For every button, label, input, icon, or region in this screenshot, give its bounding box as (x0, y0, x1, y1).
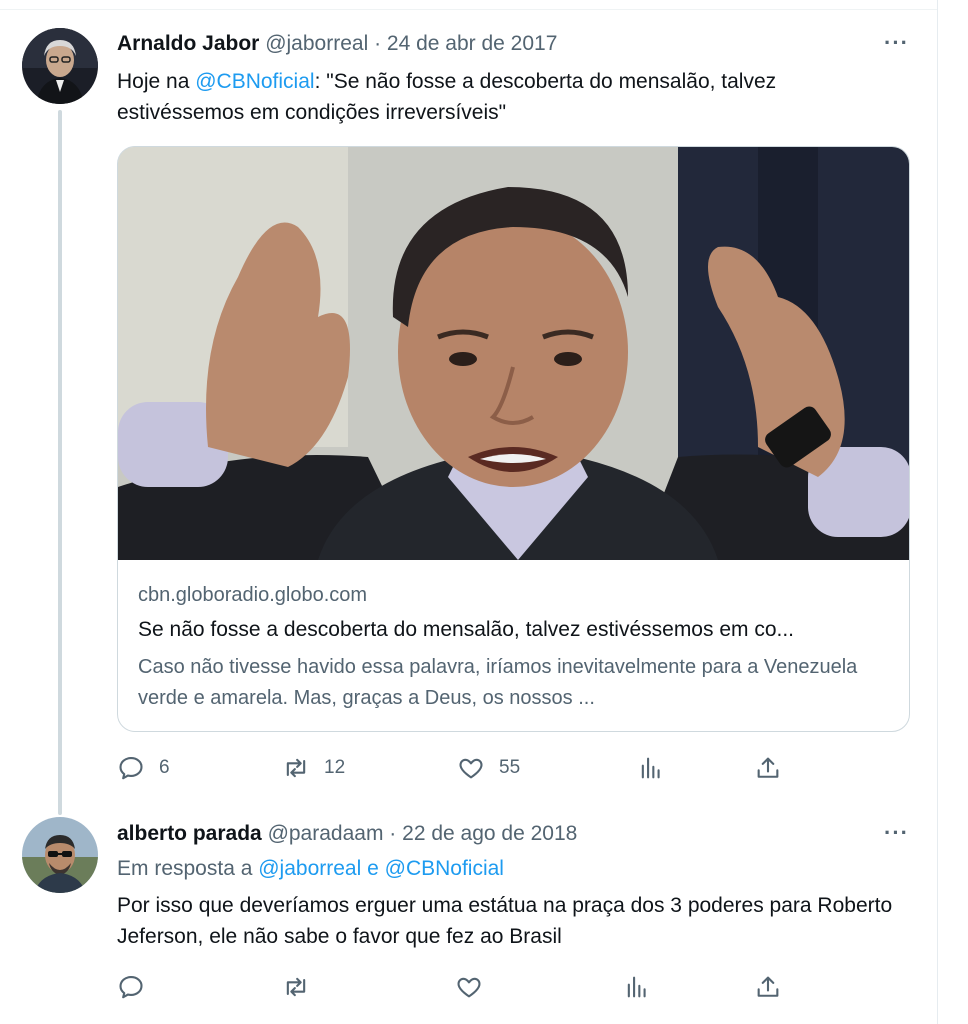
avatar[interactable] (22, 817, 98, 893)
share-button[interactable] (754, 753, 782, 783)
tweet-date[interactable]: 22 de ago de 2018 (402, 822, 577, 845)
author-name[interactable]: Arnaldo Jabor (117, 32, 259, 55)
like-count: 55 (499, 757, 521, 778)
retweet-button[interactable]: 12 (282, 753, 345, 783)
author-handle[interactable]: @jaborreal (265, 32, 368, 55)
views-button[interactable] (623, 972, 651, 1002)
tweet-text-prefix: Hoje na (117, 70, 196, 93)
like-button[interactable] (455, 972, 483, 1002)
reply-icon (119, 757, 143, 780)
tweet-header: alberto parada @paradaam · 22 de ago de … (117, 820, 577, 848)
card-domain: cbn.globoradio.globo.com (138, 584, 368, 606)
reply-count: 6 (159, 757, 170, 778)
tweet-text: Por isso que deveríamos erguer uma estát… (117, 894, 893, 948)
separator: · (389, 822, 397, 845)
reply-button[interactable]: 6 (117, 753, 170, 783)
tweet-jaborreal[interactable]: Arnaldo Jabor @jaborreal · 24 de abr de … (0, 10, 937, 815)
share-button[interactable] (754, 972, 782, 1002)
more-options-icon[interactable]: ··· (884, 820, 909, 846)
retweet-button[interactable] (282, 972, 310, 1002)
card-description: Caso não tivesse havido essa palavra, ir… (138, 656, 858, 709)
reply-icon (119, 976, 143, 999)
reply-context-conjunction: e (361, 857, 385, 880)
thread-connector (58, 110, 62, 815)
views-icon (627, 976, 646, 998)
more-options-icon[interactable]: ··· (884, 30, 909, 56)
reply-context: Em resposta a @jaborreal e @CBNoficial (117, 854, 907, 884)
views-button[interactable] (637, 753, 665, 783)
retweet-icon (286, 758, 306, 778)
like-icon (459, 758, 483, 779)
author-handle[interactable]: @paradaam (268, 822, 384, 845)
mention-link[interactable]: @CBNoficial (195, 70, 314, 93)
share-icon (757, 757, 779, 778)
tweet-paradaam[interactable]: alberto parada @paradaam · 22 de ago de … (0, 805, 937, 1020)
retweet-icon (286, 977, 306, 997)
column-border (937, 0, 938, 1024)
reply-button[interactable] (117, 972, 145, 1002)
reply-context-prefix: Em resposta a (117, 857, 259, 880)
reply-to-cbnoficial[interactable]: @CBNoficial (385, 857, 504, 880)
like-icon (457, 977, 481, 998)
like-button[interactable]: 55 (457, 753, 520, 783)
author-name[interactable]: alberto parada (117, 822, 262, 845)
tweet-text: Hoje na @CBNoficial: "Se não fosse a des… (117, 66, 907, 128)
tweet-date[interactable]: 24 de abr de 2017 (387, 32, 557, 55)
tweet-header: Arnaldo Jabor @jaborreal · 24 de abr de … (117, 30, 557, 58)
views-icon (641, 757, 660, 779)
avatar[interactable] (22, 28, 98, 104)
card-image (118, 147, 909, 560)
link-card[interactable]: cbn.globoradio.globo.com Se não fosse a … (117, 146, 910, 732)
reply-to-jaborreal[interactable]: @jaborreal (258, 857, 361, 880)
separator: · (374, 32, 382, 55)
share-icon (757, 976, 779, 997)
card-title: Se não fosse a descoberta do mensalão, t… (138, 618, 795, 641)
retweet-count: 12 (324, 757, 346, 778)
